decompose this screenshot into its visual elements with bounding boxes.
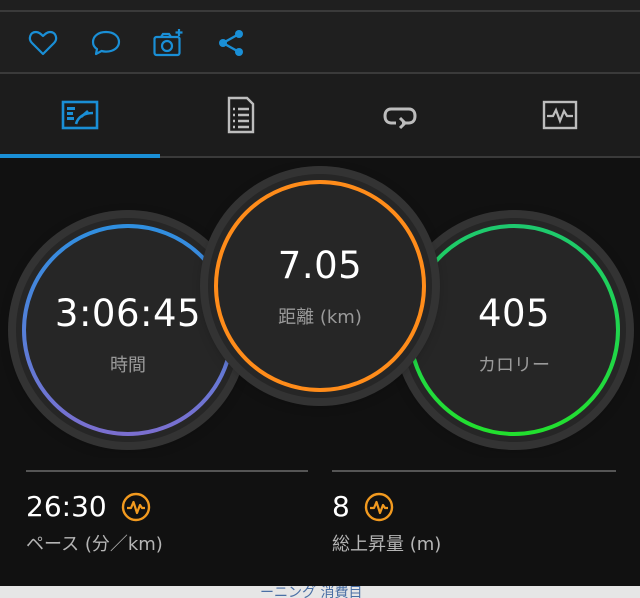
graph-monitor-icon	[542, 100, 578, 130]
heart-icon	[28, 30, 58, 56]
time-value: 3:06:45	[54, 291, 202, 335]
footer-strip: ーニング 消費目	[0, 586, 640, 598]
detail-stats: 26:30 ペース (分／km) 8 総上昇量 (m)	[0, 458, 640, 588]
ascent-stat[interactable]: 8	[332, 490, 394, 523]
calories-label: カロリー	[478, 354, 550, 376]
pace-value: 26:30	[26, 490, 107, 523]
time-ring: 3:06:45 時間	[16, 218, 240, 442]
camera-add-icon	[153, 29, 183, 57]
stats-chart-icon	[61, 100, 99, 130]
like-button[interactable]	[26, 26, 60, 60]
status-strip	[0, 0, 640, 12]
details-document-icon	[227, 96, 255, 134]
ascent-value: 8	[332, 490, 350, 523]
pace-label: ペース (分／km)	[26, 534, 163, 555]
add-photo-button[interactable]	[151, 26, 185, 60]
speech-bubble-icon	[91, 30, 121, 56]
calories-value: 405	[477, 291, 551, 335]
tab-laps[interactable]	[320, 74, 480, 156]
ascent-label: 総上昇量 (m)	[332, 534, 442, 555]
tab-bar	[0, 74, 640, 158]
heart-rate-badge-icon	[121, 492, 151, 522]
time-label: 時間	[110, 354, 146, 376]
comment-button[interactable]	[89, 26, 123, 60]
footer-text[interactable]: ーニング 消費目	[260, 586, 362, 598]
calories-ring: 405 カロリー	[402, 218, 626, 442]
tab-graphs[interactable]	[480, 74, 640, 156]
ascent-divider	[332, 470, 616, 472]
pace-divider	[26, 470, 308, 472]
share-button[interactable]	[214, 26, 248, 60]
distance-value: 7.05	[277, 243, 363, 287]
distance-label: 距離 (km)	[278, 306, 362, 328]
share-icon	[219, 30, 243, 56]
distance-ring: 7.05 距離 (km)	[208, 174, 432, 398]
laps-loop-icon	[383, 107, 417, 130]
summary-stats: 3:06:45 時間 405 カロリー 7.05 距離 (km)	[0, 158, 640, 458]
action-bar	[0, 12, 640, 74]
pace-stat[interactable]: 26:30	[26, 490, 151, 523]
heart-rate-badge-icon	[364, 492, 394, 522]
tab-details[interactable]	[160, 74, 320, 156]
tab-stats[interactable]	[0, 74, 160, 158]
